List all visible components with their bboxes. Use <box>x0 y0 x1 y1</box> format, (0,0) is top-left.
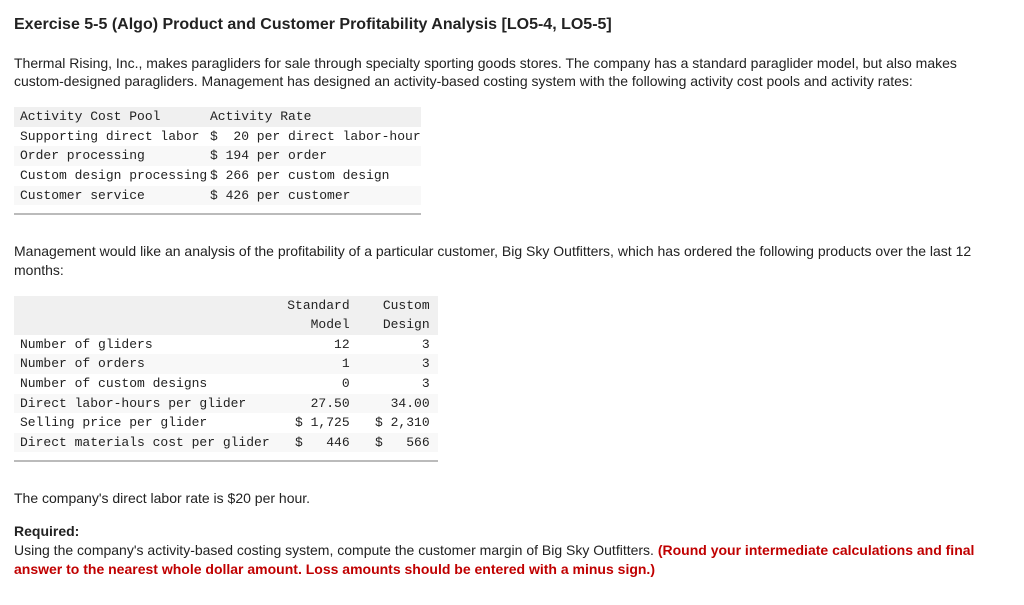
t1-cell: $ 20 per direct labor-hour <box>210 127 421 147</box>
t2-header: Design <box>350 315 438 335</box>
required-instruction: Using the company's activity-based costi… <box>14 542 658 558</box>
t1-cell: $ 426 per customer <box>210 186 421 206</box>
t1-cell: $ 266 per custom design <box>210 166 421 186</box>
t2-cell: 27.50 <box>270 394 350 414</box>
t1-header-rate: Activity Rate <box>210 107 421 127</box>
t2-cell: 0 <box>270 374 350 394</box>
t2-cell: 1 <box>270 354 350 374</box>
t2-cell: Number of orders <box>14 354 270 374</box>
t1-cell: Customer service <box>14 186 210 206</box>
t2-cell: 3 <box>350 374 438 394</box>
t2-header: Standard <box>270 296 350 316</box>
t2-cell: Direct materials cost per glider <box>14 433 270 453</box>
t2-header: Custom <box>350 296 438 316</box>
mid-paragraph: Management would like an analysis of the… <box>14 242 1010 280</box>
required-section: Required: Using the company's activity-b… <box>14 522 1010 579</box>
t2-cell: 3 <box>350 354 438 374</box>
t2-header <box>14 296 270 316</box>
t2-cell: Number of custom designs <box>14 374 270 394</box>
t2-cell: $ 1,725 <box>270 413 350 433</box>
t2-header: Model <box>270 315 350 335</box>
t2-cell: $ 2,310 <box>350 413 438 433</box>
t2-header <box>14 315 270 335</box>
t2-cell: Number of gliders <box>14 335 270 355</box>
intro-paragraph: Thermal Rising, Inc., makes paragliders … <box>14 54 1010 92</box>
t2-cell: Selling price per glider <box>14 413 270 433</box>
customer-order-table: Standard Custom Model Design Number of g… <box>14 294 438 462</box>
t1-cell: Order processing <box>14 146 210 166</box>
t2-cell: $ 446 <box>270 433 350 453</box>
activity-cost-pool-table: Activity Cost Pool Activity Rate Support… <box>14 105 421 215</box>
t1-cell: Custom design processing <box>14 166 210 186</box>
required-label: Required: <box>14 523 79 539</box>
t2-cell: 34.00 <box>350 394 438 414</box>
t2-cell: $ 566 <box>350 433 438 453</box>
t2-cell: 3 <box>350 335 438 355</box>
t1-cell: $ 194 per order <box>210 146 421 166</box>
t2-cell: 12 <box>270 335 350 355</box>
labor-rate-text: The company's direct labor rate is $20 p… <box>14 489 1010 508</box>
t2-cell: Direct labor-hours per glider <box>14 394 270 414</box>
t1-cell: Supporting direct labor <box>14 127 210 147</box>
t1-header-pool: Activity Cost Pool <box>14 107 210 127</box>
page-title: Exercise 5-5 (Algo) Product and Customer… <box>14 14 1010 36</box>
